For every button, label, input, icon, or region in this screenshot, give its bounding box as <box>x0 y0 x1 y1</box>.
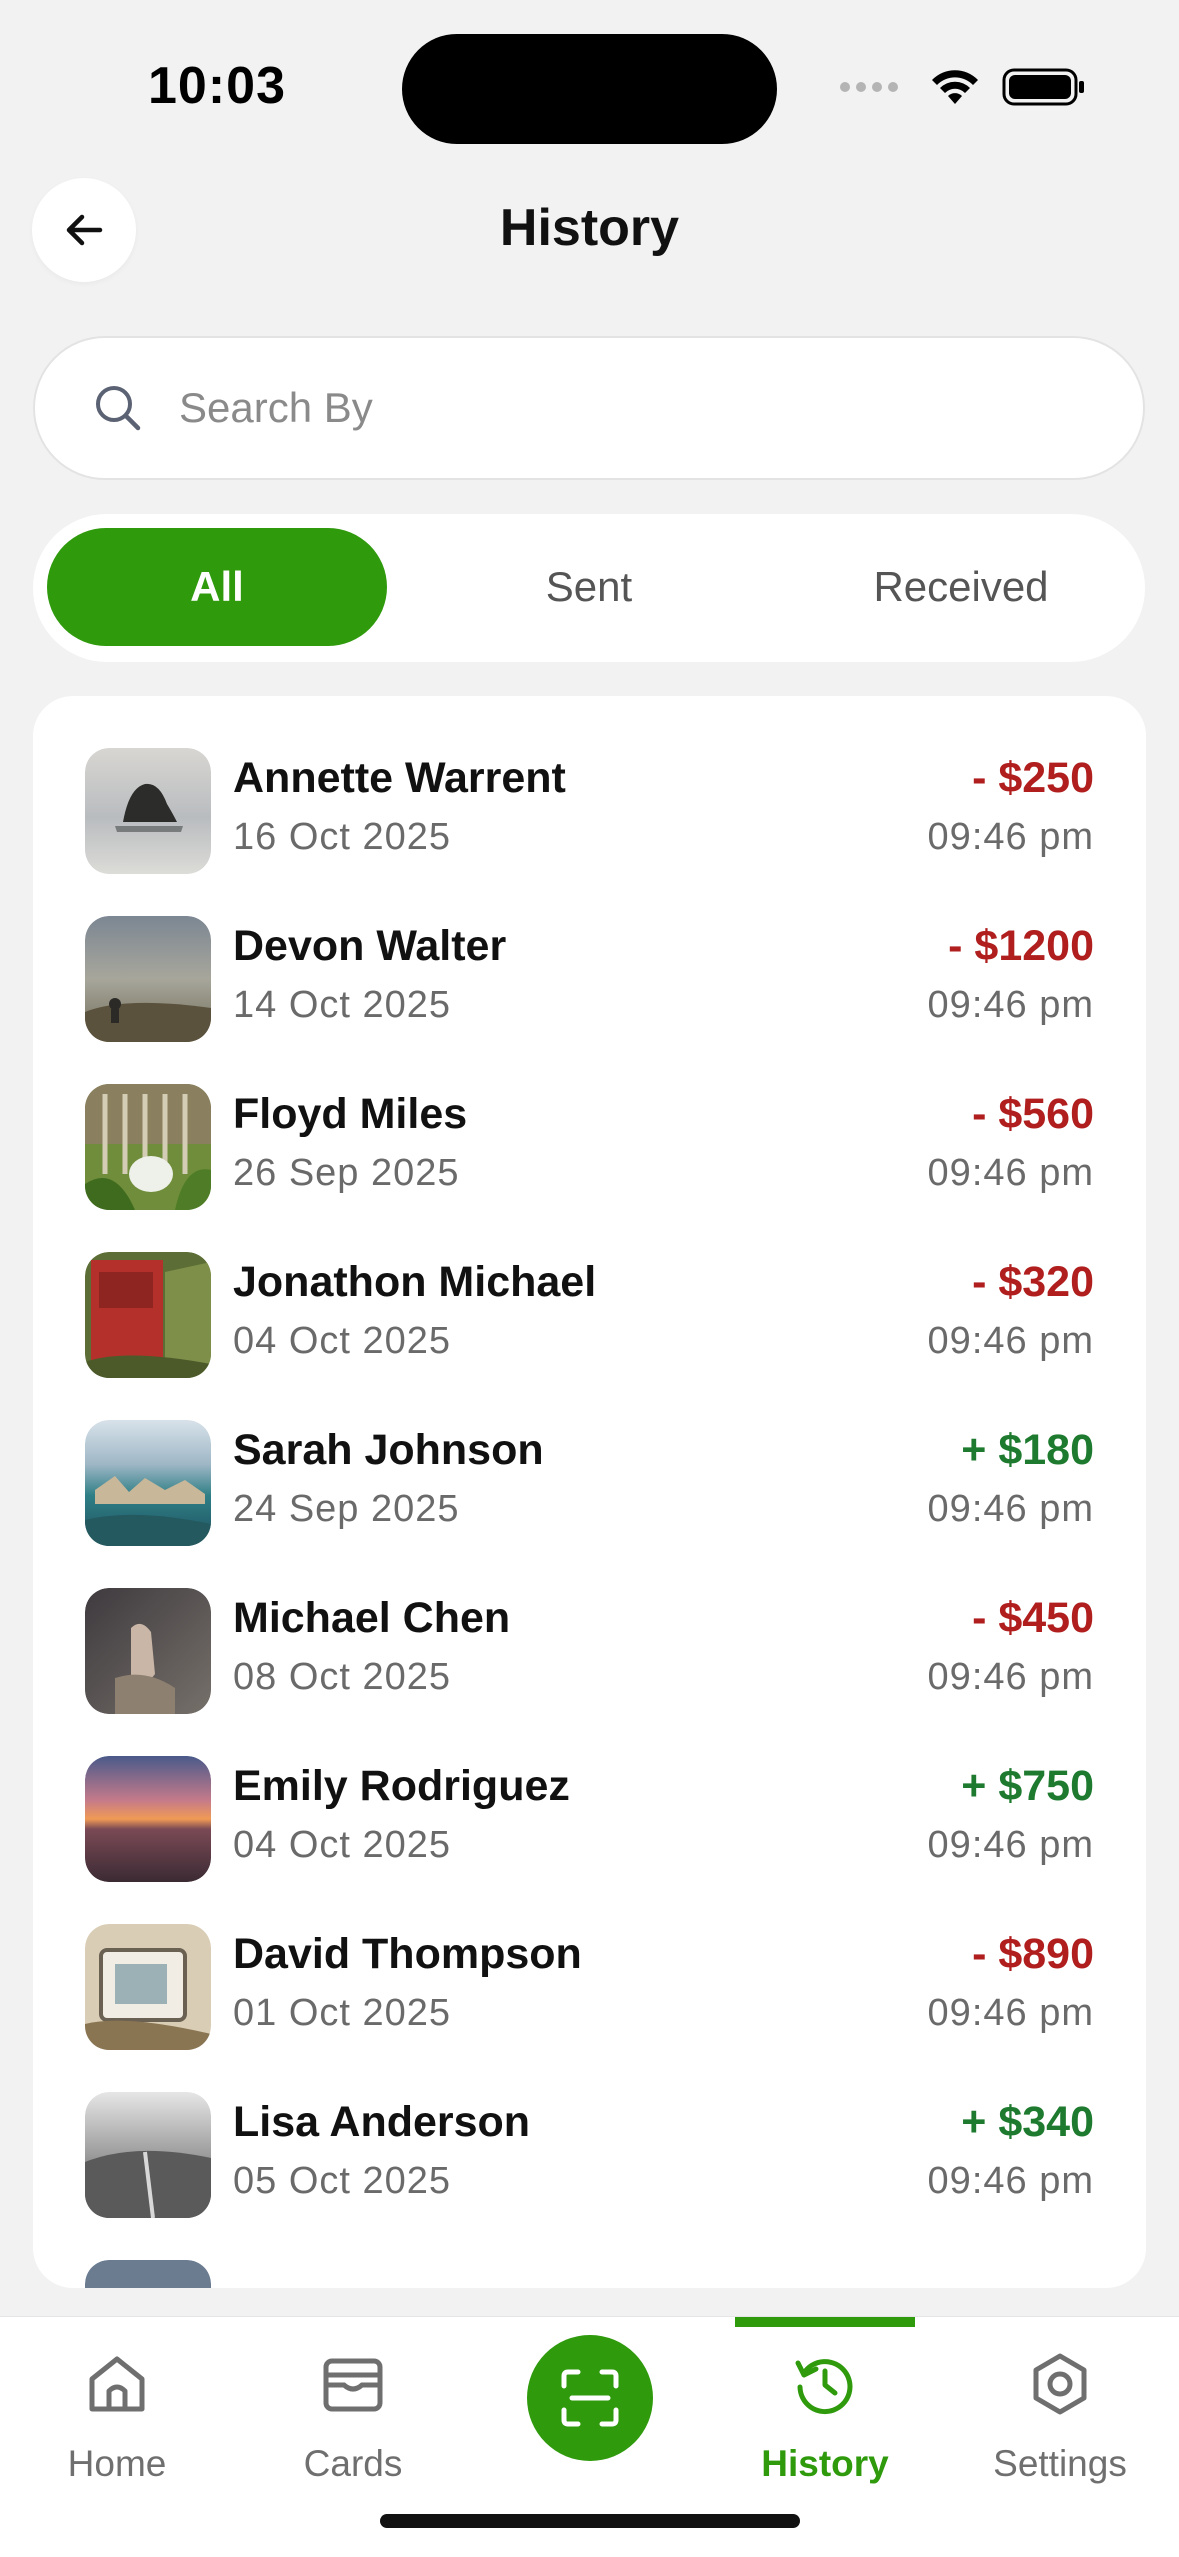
avatar <box>85 1756 211 1882</box>
tab-settings[interactable]: Settings <box>970 2317 1150 2517</box>
tab-cards[interactable]: Cards <box>263 2317 443 2517</box>
contact-name: David Thompson <box>233 1930 582 1978</box>
transaction-amount: - $1200 <box>948 922 1094 970</box>
contact-name: Floyd Miles <box>233 1090 468 1138</box>
contact-name: Lisa Anderson <box>233 2098 531 2146</box>
transaction-amount: - $890 <box>972 1930 1094 1978</box>
transaction-amount: - $560 <box>972 1090 1094 1138</box>
card-icon <box>263 2351 443 2417</box>
search-bar[interactable] <box>33 336 1145 480</box>
transaction-amount: + $340 <box>961 2098 1094 2146</box>
filter-tabs: All Sent Received <box>33 514 1145 662</box>
transaction-date: 26 Sep 2025 <box>233 1152 460 1194</box>
transaction-row[interactable]: Michael Chen 08 Oct 2025 - $450 09:46 pm <box>33 1588 1146 1756</box>
dynamic-island <box>402 34 777 144</box>
transaction-time: 09:46 pm <box>927 1992 1094 2034</box>
tab-history[interactable]: History <box>735 2317 915 2517</box>
avatar <box>85 1420 211 1546</box>
avatar <box>85 1252 211 1378</box>
transaction-time: 09:46 pm <box>927 1824 1094 1866</box>
home-indicator <box>380 2514 800 2528</box>
transaction-row[interactable]: Devon Walter 14 Oct 2025 - $1200 09:46 p… <box>33 916 1146 1084</box>
transaction-date: 05 Oct 2025 <box>233 2160 452 2202</box>
tab-label: Cards <box>303 2443 403 2484</box>
tab-label: Home <box>67 2443 167 2484</box>
transaction-date: 04 Oct 2025 <box>233 1320 452 1362</box>
home-icon <box>27 2351 207 2417</box>
status-icons <box>840 64 1086 110</box>
cellular-signal-icon <box>840 82 898 92</box>
filter-sent[interactable]: Sent <box>419 528 759 646</box>
transaction-amount: - $250 <box>972 754 1094 802</box>
transaction-date: 04 Oct 2025 <box>233 1824 452 1866</box>
status-time: 10:03 <box>148 57 286 115</box>
filter-all[interactable]: All <box>47 528 387 646</box>
search-input[interactable] <box>177 383 1061 433</box>
contact-name: Emily Rodriguez <box>233 1762 570 1810</box>
transaction-date: 24 Sep 2025 <box>233 1488 460 1530</box>
avatar <box>85 748 211 874</box>
transaction-amount: - $320 <box>972 1258 1094 1306</box>
transaction-amount: + $180 <box>961 1426 1094 1474</box>
transaction-row[interactable]: Sarah Johnson 24 Sep 2025 + $180 09:46 p… <box>33 1420 1146 1588</box>
scan-icon <box>561 2369 619 2427</box>
avatar <box>85 2092 211 2218</box>
transaction-time: 09:46 pm <box>927 2160 1094 2202</box>
transaction-time: 09:46 pm <box>927 1152 1094 1194</box>
page-title: History <box>499 199 680 257</box>
filter-received[interactable]: Received <box>791 528 1131 646</box>
avatar <box>85 2260 211 2288</box>
transaction-row[interactable]: David Thompson 01 Oct 2025 - $890 09:46 … <box>33 1924 1146 2092</box>
search-icon <box>93 383 143 433</box>
contact-name: Devon Walter <box>233 922 507 970</box>
contact-name: Annette Warrent <box>233 754 566 802</box>
scan-button[interactable] <box>527 2335 653 2461</box>
avatar <box>85 1084 211 1210</box>
transaction-time: 09:46 pm <box>927 984 1094 1026</box>
transaction-row[interactable]: Floyd Miles 26 Sep 2025 - $560 09:46 pm <box>33 1084 1146 1252</box>
transaction-date: 14 Oct 2025 <box>233 984 452 1026</box>
transaction-row[interactable]: Lisa Anderson 05 Oct 2025 + $340 09:46 p… <box>33 2092 1146 2260</box>
tab-home[interactable]: Home <box>27 2317 207 2517</box>
tab-label: History <box>761 2443 889 2484</box>
avatar <box>85 1924 211 2050</box>
transaction-amount: - $450 <box>972 1594 1094 1642</box>
transaction-row[interactable]: Annette Warrent 16 Oct 2025 - $250 09:46… <box>33 748 1146 916</box>
contact-name: Michael Chen <box>233 1594 511 1642</box>
transaction-time: 09:46 pm <box>927 1320 1094 1362</box>
contact-name: Sarah Johnson <box>233 1426 544 1474</box>
transaction-row[interactable]: Emily Rodriguez 04 Oct 2025 + $750 09:46… <box>33 1756 1146 1924</box>
transaction-list: Annette Warrent 16 Oct 2025 - $250 09:46… <box>33 696 1146 2288</box>
transaction-time: 09:46 pm <box>927 1488 1094 1530</box>
avatar <box>85 1588 211 1714</box>
transaction-row[interactable]: Jonathon Michael 04 Oct 2025 - $320 09:4… <box>33 1252 1146 1420</box>
history-icon <box>735 2351 915 2417</box>
transaction-date: 16 Oct 2025 <box>233 816 452 858</box>
contact-name: Jonathon Michael <box>233 1258 597 1306</box>
transaction-time: 09:46 pm <box>927 816 1094 858</box>
avatar <box>85 916 211 1042</box>
transaction-date: 08 Oct 2025 <box>233 1656 452 1698</box>
wifi-icon <box>932 70 978 104</box>
transaction-amount: + $750 <box>961 1762 1094 1810</box>
transaction-date: 01 Oct 2025 <box>233 1992 452 2034</box>
settings-icon <box>970 2351 1150 2417</box>
transaction-row[interactable] <box>33 2260 1146 2288</box>
tab-label: Settings <box>993 2443 1127 2484</box>
transaction-time: 09:46 pm <box>927 1656 1094 1698</box>
battery-icon <box>1002 68 1084 106</box>
